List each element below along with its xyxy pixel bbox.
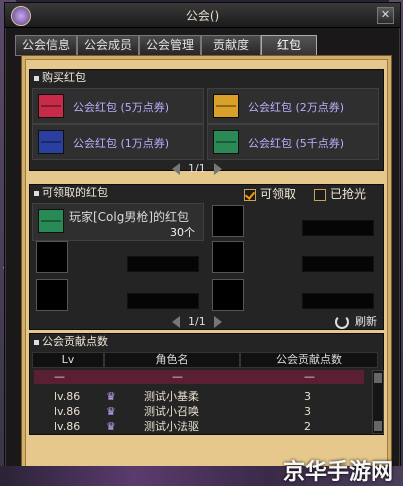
buy-item-label: 公会红包 (1万点券) <box>73 137 170 150</box>
scroll-down-icon[interactable] <box>374 421 382 431</box>
buy-item-label: 公会红包 (5千点券) <box>248 137 345 150</box>
row-name: 测试小法驱 <box>144 420 199 433</box>
buy-item-label: 公会红包 (2万点券) <box>248 101 345 114</box>
receive-item-count: 30个 <box>170 226 195 239</box>
buy-pager: 1/1 <box>172 162 222 175</box>
buy-page-text: 1/1 <box>188 162 206 175</box>
table-row[interactable]: lv.86 ♛ 测试小法驱 2 <box>34 420 364 434</box>
row-name: 测试小召唤 <box>144 405 199 418</box>
class-icon: ♛ <box>106 405 116 418</box>
empty-slot[interactable] <box>36 279 68 311</box>
section-bullet-icon <box>34 190 39 196</box>
tab-guild-management[interactable]: 公会管理 <box>139 35 201 56</box>
contrib-section: 公会贡献点数 Lv 角色名 公会贡献点数 — — — lv.86 ♛ 测试小基柔… <box>29 333 384 435</box>
class-icon: ♛ <box>106 420 116 433</box>
empty-bar <box>302 293 374 309</box>
buy-item-50k[interactable]: 公会红包 (5万点券) <box>32 88 204 124</box>
receive-header-text: 可领取的红包 <box>42 186 108 199</box>
contrib-header-text: 公会贡献点数 <box>42 335 108 348</box>
filter-taken[interactable]: 已抢光 <box>314 185 366 202</box>
buy-section: 购买红包 公会红包 (5万点券) 公会红包 (2万点券) 公会红包 (1万点券)… <box>29 69 384 175</box>
row-lv: — <box>54 370 65 383</box>
scrollbar[interactable] <box>372 370 384 434</box>
tab-guild-members[interactable]: 公会成员 <box>77 35 139 56</box>
title-bar[interactable]: 公会() ✕ <box>5 3 400 28</box>
col-character-name[interactable]: 角色名 <box>104 352 240 368</box>
buy-header-text: 购买红包 <box>42 71 86 84</box>
next-page-icon[interactable] <box>213 316 222 328</box>
tab-red-packet[interactable]: 红包 <box>261 35 317 57</box>
buy-item-10k[interactable]: 公会红包 (1万点券) <box>32 124 204 160</box>
receive-pager: 1/1 <box>172 315 222 328</box>
class-icon: ♛ <box>106 390 116 403</box>
window-title: 公会() <box>185 9 220 23</box>
row-lv: lv.86 <box>54 420 81 433</box>
section-bullet-icon <box>34 75 39 81</box>
prev-page-icon[interactable] <box>172 316 180 328</box>
receive-item[interactable]: 玩家[Colg男枪]的红包 30个 <box>32 203 204 241</box>
buy-item-20k[interactable]: 公会红包 (2万点券) <box>207 88 379 124</box>
empty-slot[interactable] <box>212 279 244 311</box>
red-packet-panel: 购买红包 公会红包 (5万点券) 公会红包 (2万点券) 公会红包 (1万点券)… <box>21 55 392 471</box>
guild-window: 公会() ✕ 公会信息 公会成员 公会管理 贡献度 红包 购买红包 公会红包 (… <box>4 2 401 471</box>
red-packet-icon <box>213 130 239 154</box>
filter-receivable[interactable]: 可领取 <box>244 185 296 202</box>
table-row[interactable]: lv.86 ♛ 测试小召唤 3 <box>34 405 364 419</box>
filter-receivable-label: 可领取 <box>260 187 297 201</box>
row-name: 测试小基柔 <box>144 390 199 403</box>
row-points: — <box>304 370 315 383</box>
row-points: 3 <box>304 390 311 403</box>
receive-page-text: 1/1 <box>188 315 206 328</box>
scroll-up-icon[interactable] <box>374 373 382 383</box>
row-name: — <box>172 370 183 383</box>
empty-bar <box>302 220 374 236</box>
empty-bar <box>302 256 374 272</box>
row-lv: lv.86 <box>54 405 81 418</box>
tab-guild-info[interactable]: 公会信息 <box>15 35 77 56</box>
close-button[interactable]: ✕ <box>377 7 394 24</box>
section-bullet-icon <box>34 339 39 345</box>
refresh-icon <box>335 315 349 329</box>
red-packet-icon <box>38 94 64 118</box>
red-packet-icon <box>38 130 64 154</box>
receive-section: 可领取的红包 可领取 已抢光 玩家[Colg男枪]的红包 30个 1/1 刷新 <box>29 184 384 330</box>
receive-item-label: 玩家[Colg男枪]的红包 <box>69 210 190 224</box>
row-points: 3 <box>304 405 311 418</box>
prev-page-icon[interactable] <box>172 163 180 175</box>
panel-inner: 购买红包 公会红包 (5万点券) 公会红包 (2万点券) 公会红包 (1万点券)… <box>25 59 388 467</box>
row-lv: lv.86 <box>54 390 81 403</box>
buy-item-label: 公会红包 (5万点券) <box>73 101 170 114</box>
table-row[interactable]: lv.86 ♛ 测试小基柔 3 <box>34 390 364 404</box>
red-packet-icon <box>213 94 239 118</box>
refresh-button[interactable]: 刷新 <box>335 313 377 329</box>
watermark: 京华手游网 <box>282 460 393 485</box>
empty-slot[interactable] <box>36 241 68 273</box>
row-points: 2 <box>304 420 311 433</box>
red-packet-icon <box>38 209 64 233</box>
empty-bar <box>127 256 199 272</box>
empty-slot[interactable] <box>212 205 244 237</box>
refresh-label: 刷新 <box>355 315 377 328</box>
checkbox-unchecked-icon[interactable] <box>314 188 326 201</box>
table-row-selected[interactable]: — — — <box>34 370 364 384</box>
col-contribution-points[interactable]: 公会贡献点数 <box>240 352 378 368</box>
contrib-header: 公会贡献点数 <box>30 334 383 350</box>
filter-taken-label: 已抢光 <box>330 187 367 201</box>
checkbox-checked-icon[interactable] <box>244 188 256 201</box>
tab-contribution[interactable]: 贡献度 <box>201 35 261 56</box>
next-page-icon[interactable] <box>213 163 222 175</box>
col-lv[interactable]: Lv <box>32 352 104 368</box>
buy-header: 购买红包 <box>30 70 383 86</box>
empty-bar <box>127 293 199 309</box>
buy-item-5k[interactable]: 公会红包 (5千点券) <box>207 124 379 160</box>
empty-slot[interactable] <box>212 241 244 273</box>
